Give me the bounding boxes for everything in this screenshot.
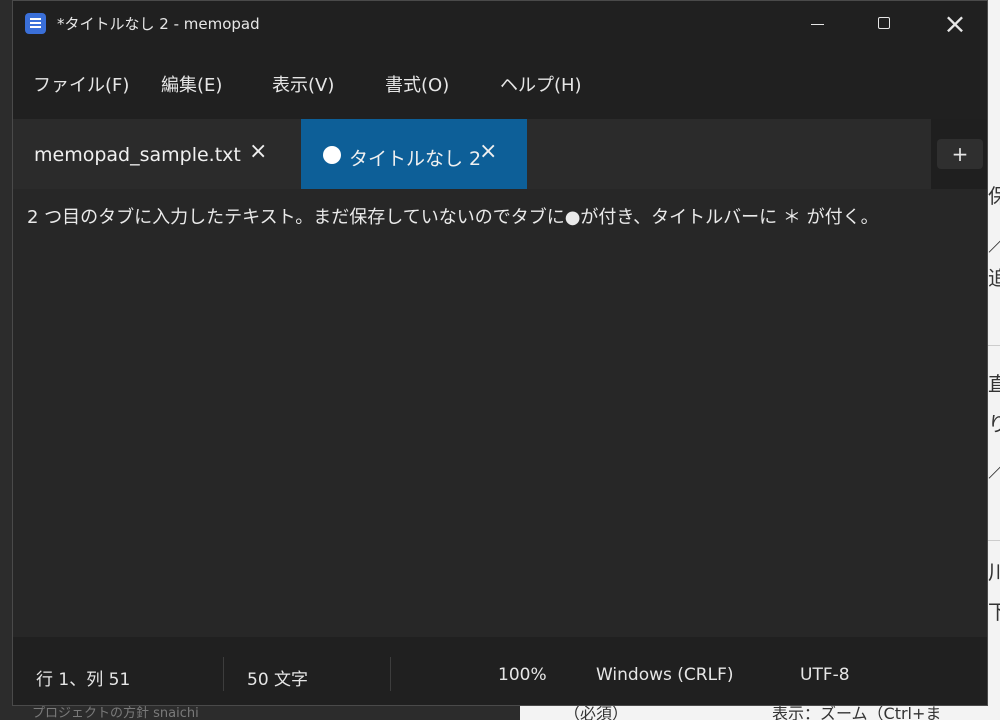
menu-format[interactable]: 書式(O) (385, 71, 449, 97)
tab-label: memopad_sample.txt (34, 144, 241, 166)
tab-label: タイトルなし 2 (349, 148, 482, 170)
title-bar[interactable]: *タイトルなし 2 - memopad × (13, 1, 987, 47)
modified-dot-icon (323, 146, 341, 164)
encoding[interactable]: UTF-8 (800, 665, 850, 685)
background-window-right: 保 ／ 追 直 り ／ 川 下 (988, 0, 1000, 720)
text-editor[interactable]: 2 つ目のタブに入力したテキスト。まだ保存していないのでタブに●が付き、タイトル… (13, 189, 987, 637)
menu-bar: ファイル(F) 編集(E) 表示(V) 書式(O) ヘルプ(H) (13, 47, 987, 119)
char-count: 50 文字 (247, 670, 309, 690)
tab-untitled-2[interactable]: タイトルなし 2 × (301, 119, 527, 189)
status-divider (223, 657, 224, 691)
notepad-icon (25, 13, 46, 34)
minimize-icon (811, 24, 824, 25)
status-bar: 行 1、列 51 50 文字 100% Windows (CRLF) UTF-8 (13, 637, 987, 705)
status-divider (390, 657, 391, 691)
editor-content[interactable]: 2 つ目のタブに入力したテキスト。まだ保存していないのでタブに●が付き、タイトル… (27, 203, 879, 229)
close-window-button[interactable]: × (925, 1, 985, 47)
zoom-level[interactable]: 100% (498, 665, 547, 685)
background-window-bottom: プロジェクトの方針 snaichi （必須） 表示：ズーム（Ctrl+ま (12, 706, 988, 720)
background-window-left (0, 0, 12, 720)
maximize-button[interactable] (854, 1, 914, 47)
close-icon: × (943, 7, 967, 40)
cursor-position: 行 1、列 51 (36, 670, 131, 690)
menu-view[interactable]: 表示(V) (272, 71, 334, 97)
tab-memopad-sample[interactable]: memopad_sample.txt × (13, 119, 301, 189)
tab-close-icon[interactable]: × (249, 139, 267, 164)
menu-file[interactable]: ファイル(F) (33, 71, 129, 97)
window-title: *タイトルなし 2 - memopad (57, 15, 260, 33)
tab-bar: memopad_sample.txt × タイトルなし 2 × + (13, 119, 987, 189)
memopad-window: *タイトルなし 2 - memopad × ファイル(F) 編集(E) 表示(V… (12, 0, 988, 706)
menu-help[interactable]: ヘルプ(H) (500, 71, 582, 97)
line-ending[interactable]: Windows (CRLF) (596, 665, 734, 685)
tab-close-icon[interactable]: × (479, 139, 497, 164)
new-tab-area: + (931, 119, 987, 189)
maximize-icon (878, 17, 890, 29)
new-tab-button[interactable]: + (937, 139, 983, 169)
menu-edit[interactable]: 編集(E) (161, 71, 222, 97)
minimize-button[interactable] (787, 1, 847, 47)
